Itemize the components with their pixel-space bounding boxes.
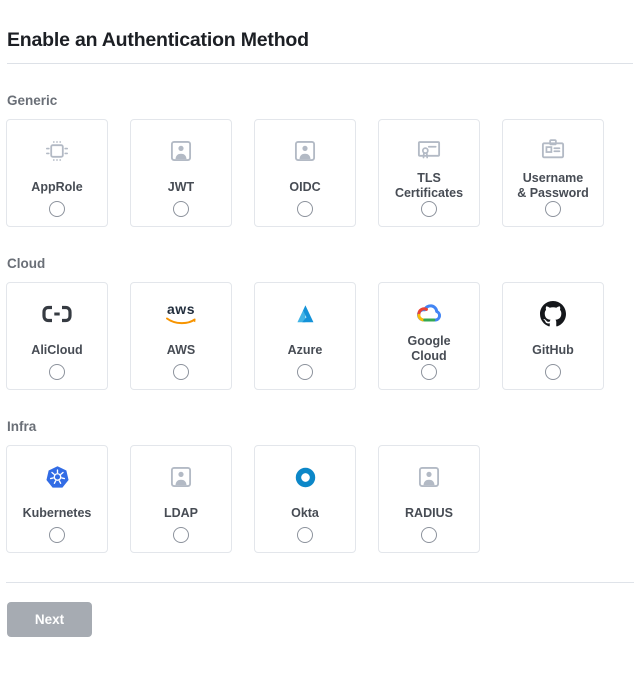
method-label: LDAP bbox=[162, 500, 200, 527]
method-label: Username & Password bbox=[515, 171, 591, 201]
enable-auth-method-page: Enable an Authentication Method Generic bbox=[0, 0, 640, 637]
method-radio[interactable] bbox=[49, 364, 65, 380]
method-radio[interactable] bbox=[297, 201, 313, 217]
method-card-github[interactable]: GitHub bbox=[502, 282, 604, 390]
method-card-kubernetes[interactable]: Kubernetes bbox=[6, 445, 108, 553]
method-label: JWT bbox=[166, 174, 196, 201]
method-label: AppRole bbox=[29, 174, 84, 201]
method-card-google-cloud[interactable]: Google Cloud bbox=[378, 282, 480, 390]
method-label: Okta bbox=[289, 500, 321, 527]
method-card-oidc[interactable]: OIDC bbox=[254, 119, 356, 227]
method-radio[interactable] bbox=[421, 527, 437, 543]
method-card-ldap[interactable]: LDAP bbox=[130, 445, 232, 553]
method-label: GitHub bbox=[530, 337, 576, 364]
method-radio[interactable] bbox=[297, 364, 313, 380]
method-radio[interactable] bbox=[297, 527, 313, 543]
method-label: AWS bbox=[165, 337, 197, 364]
method-card-aws[interactable]: aws AWS bbox=[130, 282, 232, 390]
azure-icon bbox=[292, 291, 318, 337]
github-icon bbox=[540, 291, 566, 337]
method-radio[interactable] bbox=[421, 364, 437, 380]
method-label: OIDC bbox=[287, 174, 322, 201]
generic-method-grid: AppRole JWT OIDC bbox=[6, 119, 634, 227]
okta-icon bbox=[293, 454, 318, 500]
method-radio[interactable] bbox=[49, 201, 65, 217]
next-button[interactable]: Next bbox=[7, 602, 92, 637]
method-radio[interactable] bbox=[173, 201, 189, 217]
method-label: Google Cloud bbox=[405, 334, 452, 364]
section-title-generic: Generic bbox=[7, 93, 633, 108]
kubernetes-icon bbox=[45, 454, 70, 500]
method-label: RADIUS bbox=[403, 500, 455, 527]
method-label: AliCloud bbox=[29, 337, 84, 364]
method-card-jwt[interactable]: JWT bbox=[130, 119, 232, 227]
footer-divider bbox=[6, 582, 634, 583]
aws-icon: aws bbox=[164, 291, 198, 337]
user-card-icon bbox=[292, 128, 318, 174]
certificate-icon bbox=[415, 128, 443, 171]
user-card-icon bbox=[416, 454, 442, 500]
section-title-infra: Infra bbox=[7, 419, 633, 434]
chip-icon bbox=[42, 128, 72, 174]
method-card-username-password[interactable]: Username & Password bbox=[502, 119, 604, 227]
method-card-tls-certificates[interactable]: TLS Certificates bbox=[378, 119, 480, 227]
method-card-approle[interactable]: AppRole bbox=[6, 119, 108, 227]
alicloud-icon bbox=[40, 291, 74, 337]
method-card-radius[interactable]: RADIUS bbox=[378, 445, 480, 553]
method-card-azure[interactable]: Azure bbox=[254, 282, 356, 390]
user-card-icon bbox=[168, 128, 194, 174]
method-radio[interactable] bbox=[545, 201, 561, 217]
aws-wordmark: aws bbox=[167, 302, 195, 316]
method-radio[interactable] bbox=[49, 527, 65, 543]
infra-method-grid: Kubernetes LDAP Okta bbox=[6, 445, 634, 553]
method-label: Kubernetes bbox=[21, 500, 94, 527]
method-radio[interactable] bbox=[421, 201, 437, 217]
method-radio[interactable] bbox=[173, 527, 189, 543]
google-cloud-icon bbox=[414, 291, 444, 334]
user-card-icon bbox=[168, 454, 194, 500]
method-radio[interactable] bbox=[545, 364, 561, 380]
method-card-alicloud[interactable]: AliCloud bbox=[6, 282, 108, 390]
section-title-cloud: Cloud bbox=[7, 256, 633, 271]
id-badge-icon bbox=[539, 128, 567, 171]
method-label: Azure bbox=[286, 337, 325, 364]
cloud-method-grid: AliCloud aws AWS bbox=[6, 282, 634, 390]
method-radio[interactable] bbox=[173, 364, 189, 380]
method-card-okta[interactable]: Okta bbox=[254, 445, 356, 553]
method-label: TLS Certificates bbox=[393, 171, 465, 201]
page-title: Enable an Authentication Method bbox=[7, 29, 633, 64]
